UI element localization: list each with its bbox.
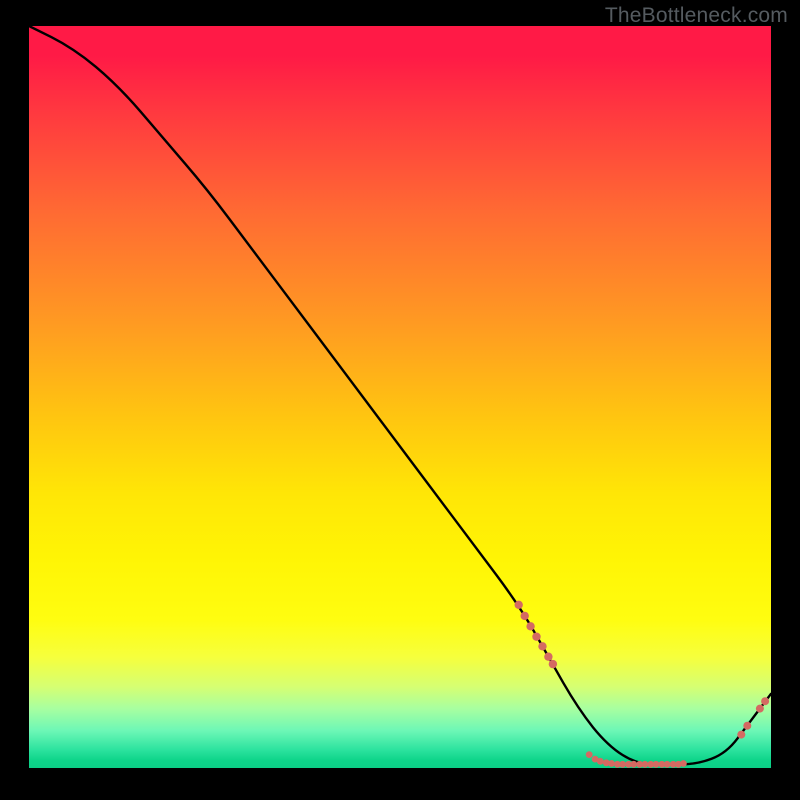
data-point: [743, 722, 751, 730]
data-point: [664, 761, 671, 768]
data-point: [680, 760, 687, 767]
data-point: [597, 758, 604, 765]
data-point: [608, 760, 615, 767]
data-point: [630, 761, 637, 768]
data-point: [515, 601, 523, 609]
attribution-text: TheBottleneck.com: [605, 4, 788, 28]
data-point: [737, 731, 745, 739]
data-point: [538, 642, 546, 650]
data-point: [756, 705, 764, 713]
chart-stage: TheBottleneck.com: [0, 0, 800, 800]
curve-layer: [29, 26, 771, 768]
data-point: [532, 633, 540, 641]
plot-area: [29, 26, 771, 768]
marker-group: [515, 601, 770, 768]
data-point: [521, 612, 529, 620]
data-point: [586, 751, 593, 758]
bottleneck-curve: [29, 26, 771, 764]
data-point: [761, 697, 769, 705]
data-point: [619, 761, 626, 768]
data-point: [526, 622, 534, 630]
data-point: [544, 653, 552, 661]
data-point: [653, 761, 660, 768]
data-point: [642, 761, 649, 768]
data-point: [549, 660, 557, 668]
